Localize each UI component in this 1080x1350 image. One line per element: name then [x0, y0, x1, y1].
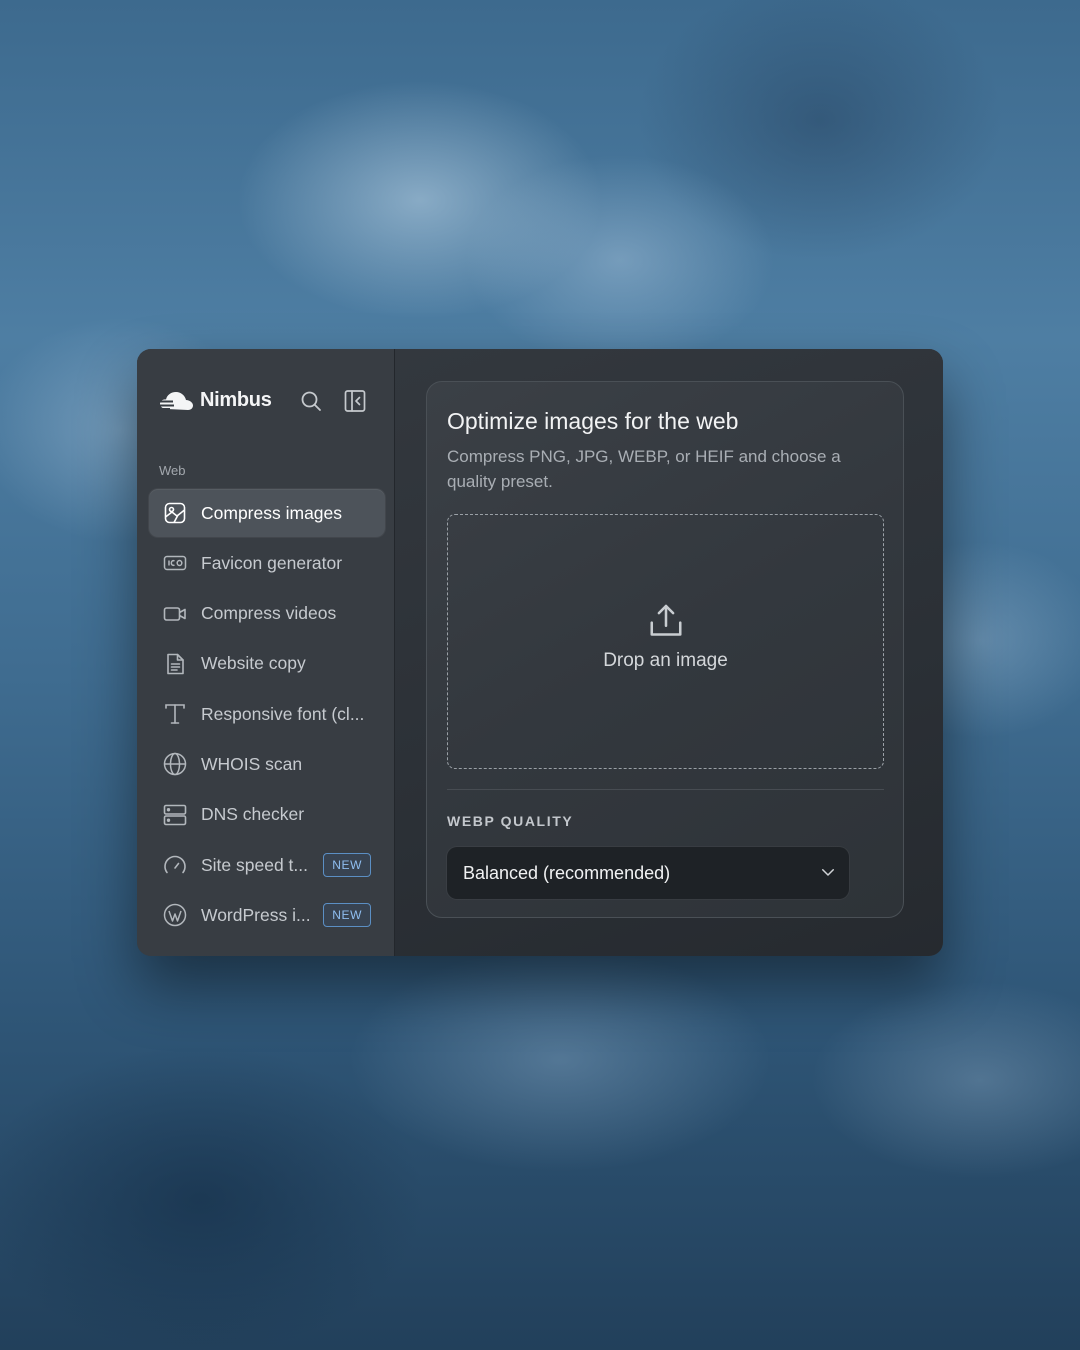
wordpress-icon — [163, 904, 187, 927]
upload-icon — [649, 604, 682, 636]
sidebar-item-compress-images[interactable]: Compress images — [149, 489, 385, 537]
page-title: Optimize images for the web — [447, 408, 739, 434]
sidebar-item-compress-videos[interactable]: Compress videos — [149, 590, 385, 638]
type-icon — [165, 704, 185, 724]
sidebar-item-label: Compress videos — [201, 603, 337, 624]
optimize-card: Optimize images for the web Compress PNG… — [426, 381, 904, 918]
app-name: Nimbus — [200, 388, 272, 411]
sidebar-item-label: WordPress i... — [201, 904, 311, 925]
sidebar-collapse-icon[interactable] — [343, 389, 367, 413]
quality-selected-value: Balanced (recommended) — [463, 862, 671, 883]
sidebar-item-label: DNS checker — [201, 804, 305, 825]
section-label-web: Web — [159, 463, 186, 478]
sidebar-item-label: Responsive font (cl... — [201, 703, 365, 724]
video-camera-icon — [163, 606, 186, 621]
sidebar-item-label: Compress images — [201, 502, 343, 523]
sidebar-item-label: WHOIS scan — [201, 753, 303, 774]
dropzone-label: Drop an image — [603, 649, 728, 671]
app-window: Nimbus Web Compress images Favicon gener… — [137, 349, 943, 956]
image-dropzone[interactable]: Drop an image — [447, 514, 884, 769]
sidebar-item-label: Favicon generator — [201, 552, 343, 573]
divider — [447, 789, 884, 790]
chevron-down-icon — [822, 869, 834, 876]
brand[interactable]: Nimbus — [158, 387, 272, 413]
sidebar-item-label: Site speed t... — [201, 854, 309, 875]
sidebar-item-label: Website copy — [201, 653, 306, 674]
sidebar-item-responsive-font[interactable]: Responsive font (cl... — [149, 690, 385, 738]
document-icon — [167, 653, 184, 675]
new-badge: NEW — [323, 903, 371, 928]
quality-label: WEBP QUALITY — [447, 813, 574, 829]
image-icon — [164, 502, 186, 524]
cloud-logo-icon — [158, 392, 193, 410]
sidebar-item-site-speed[interactable]: Site speed t... NEW — [149, 841, 385, 889]
server-icon — [163, 804, 187, 826]
gauge-icon — [164, 855, 186, 874]
sidebar-item-website-copy[interactable]: Website copy — [149, 640, 385, 688]
sidebar-item-favicon-generator[interactable]: Favicon generator — [149, 539, 385, 587]
new-badge: NEW — [323, 853, 371, 878]
quality-select[interactable]: Balanced (recommended) — [447, 847, 849, 899]
sidebar-item-wordpress[interactable]: WordPress i... NEW — [149, 891, 385, 939]
globe-icon — [163, 753, 187, 776]
ico-file-icon — [163, 556, 187, 571]
page-subtitle: Compress PNG, JPG, WEBP, or HEIF and cho… — [447, 447, 841, 491]
sidebar-item-dns-checker[interactable]: DNS checker — [149, 791, 385, 839]
search-icon[interactable] — [299, 389, 323, 413]
sidebar-item-whois-scan[interactable]: WHOIS scan — [149, 740, 385, 788]
main-panel: Optimize images for the web Compress PNG… — [395, 349, 943, 956]
sidebar: Nimbus Web Compress images Favicon gener… — [137, 349, 395, 956]
sidebar-nav: Compress images Favicon generator Compre… — [149, 489, 385, 942]
